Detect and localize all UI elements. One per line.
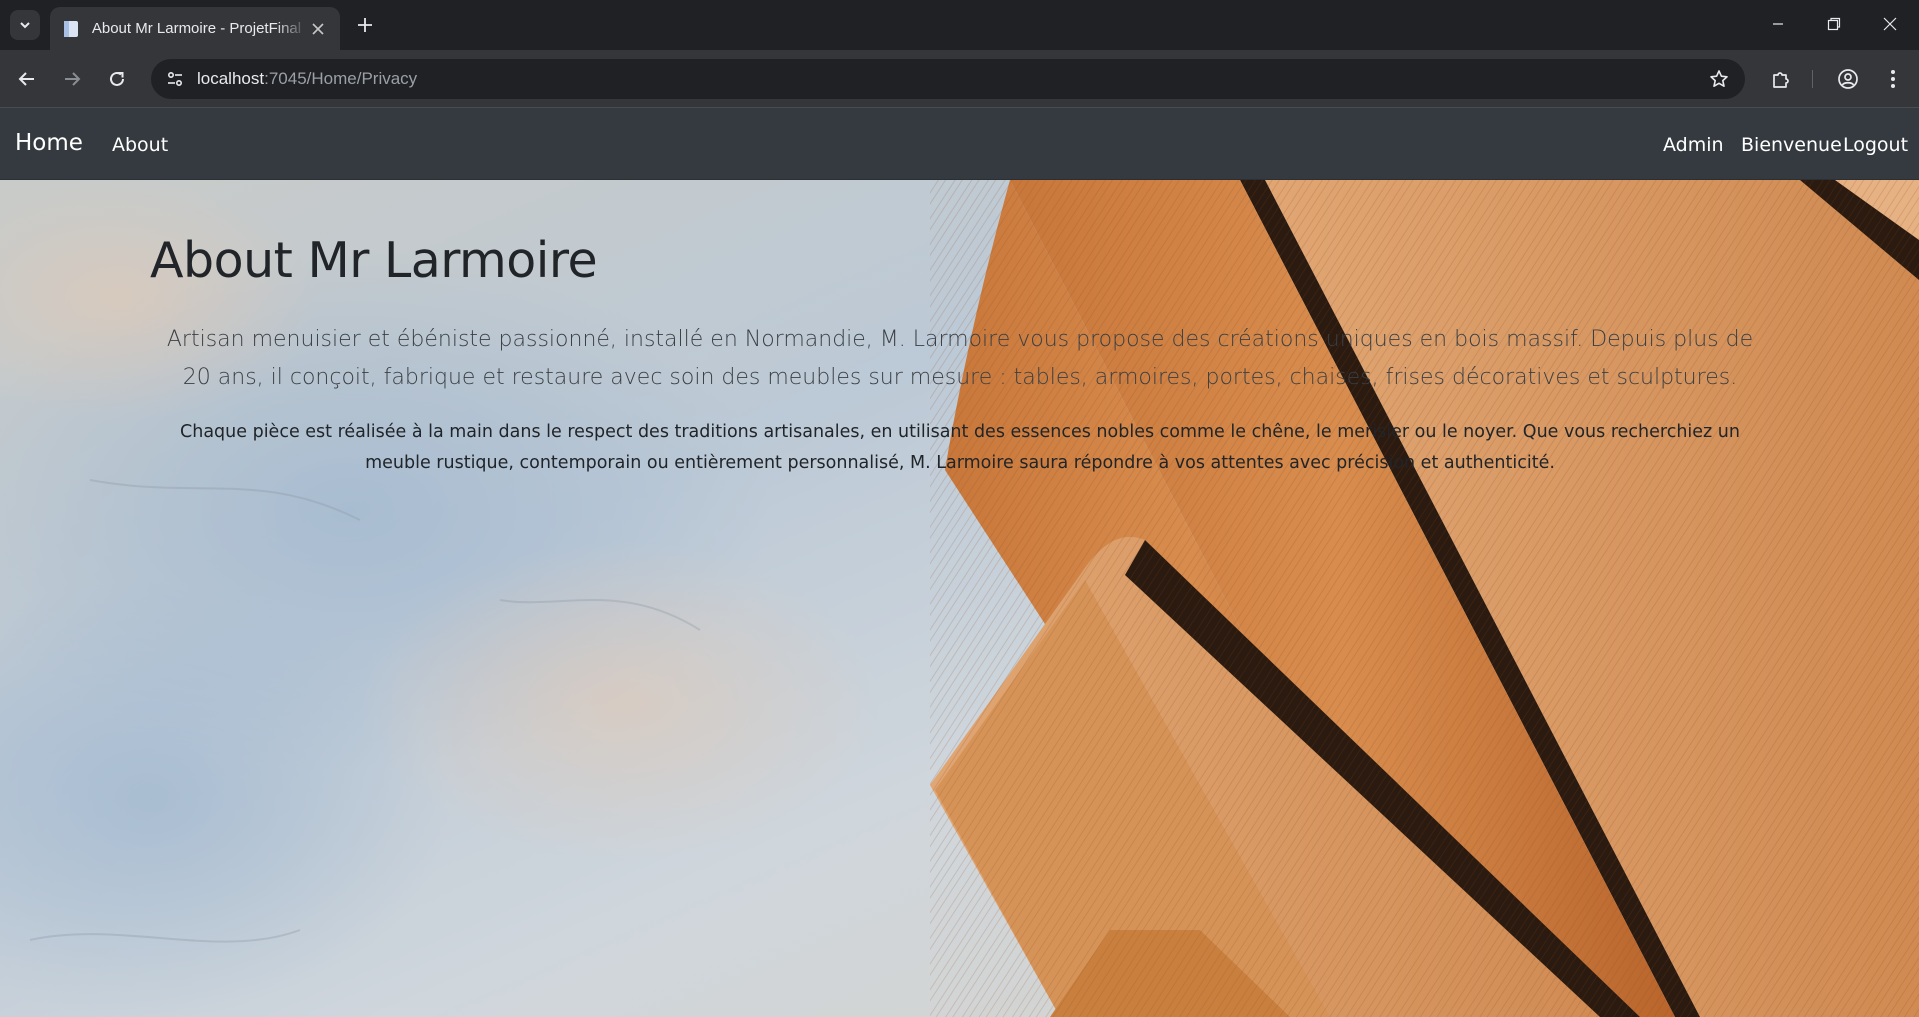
plus-icon: [358, 18, 372, 32]
minimize-icon: [1773, 23, 1783, 25]
restore-button[interactable]: [1806, 0, 1862, 48]
browser-tab[interactable]: About Mr Larmoire - ProjetFinal: [50, 7, 340, 50]
minimize-button[interactable]: [1750, 0, 1806, 48]
document-icon: [62, 20, 80, 38]
nav-link-admin[interactable]: Admin: [1663, 134, 1724, 156]
arrow-right-icon: [65, 72, 81, 86]
more-vertical-icon: [1891, 70, 1895, 88]
arrow-left-icon: [18, 72, 34, 86]
account-icon: [1838, 69, 1858, 89]
chevron-down-icon: [20, 22, 30, 29]
body-paragraph: Chaque pièce est réalisée à la main dans…: [180, 422, 1740, 473]
menu-button[interactable]: [1879, 65, 1907, 93]
navbar-brand-home[interactable]: Home: [15, 130, 83, 156]
reload-button[interactable]: [101, 63, 133, 95]
about-section: About Mr Larmoire Artisan menuisier et é…: [0, 180, 1919, 1017]
close-icon: [1883, 17, 1897, 31]
bookmark-button[interactable]: [1707, 67, 1731, 91]
url-text: localhost:7045/Home/Privacy: [197, 69, 417, 89]
tune-icon: [167, 71, 183, 87]
extensions-button[interactable]: [1767, 65, 1795, 93]
site-info-button[interactable]: [161, 65, 189, 93]
site-navbar: Home About Admin Bienvenue Logout: [0, 108, 1919, 180]
nav-link-about[interactable]: About: [112, 134, 168, 156]
tab-search-button[interactable]: [10, 10, 40, 40]
new-tab-button[interactable]: [352, 12, 378, 38]
address-bar[interactable]: localhost:7045/Home/Privacy: [151, 59, 1745, 99]
close-tab-button[interactable]: [308, 19, 328, 39]
profile-button[interactable]: [1834, 65, 1862, 93]
back-button[interactable]: [11, 63, 43, 95]
reload-icon: [110, 71, 124, 86]
nav-link-welcome[interactable]: Bienvenue: [1741, 134, 1842, 156]
star-icon: [1710, 70, 1728, 87]
url-path: :7045/Home/Privacy: [264, 69, 418, 88]
close-icon: [312, 22, 324, 35]
toolbar-divider: [1812, 70, 1813, 88]
browser-tab-bar: About Mr Larmoire - ProjetFinal: [0, 0, 1919, 50]
puzzle-icon: [1773, 72, 1789, 88]
restore-icon: [1827, 17, 1841, 31]
close-window-button[interactable]: [1862, 0, 1918, 48]
tab-title: About Mr Larmoire - ProjetFinal: [91, 20, 302, 37]
nav-link-logout[interactable]: Logout: [1843, 134, 1908, 156]
lead-paragraph: Artisan menuisier et ébéniste passionné,…: [166, 327, 1754, 390]
main-content: About Mr Larmoire Artisan menuisier et é…: [0, 180, 1919, 1017]
forward-button[interactable]: [56, 63, 88, 95]
browser-toolbar: localhost:7045/Home/Privacy: [0, 50, 1919, 108]
url-host: localhost: [197, 69, 265, 88]
page-title: About Mr Larmoire: [150, 232, 598, 289]
